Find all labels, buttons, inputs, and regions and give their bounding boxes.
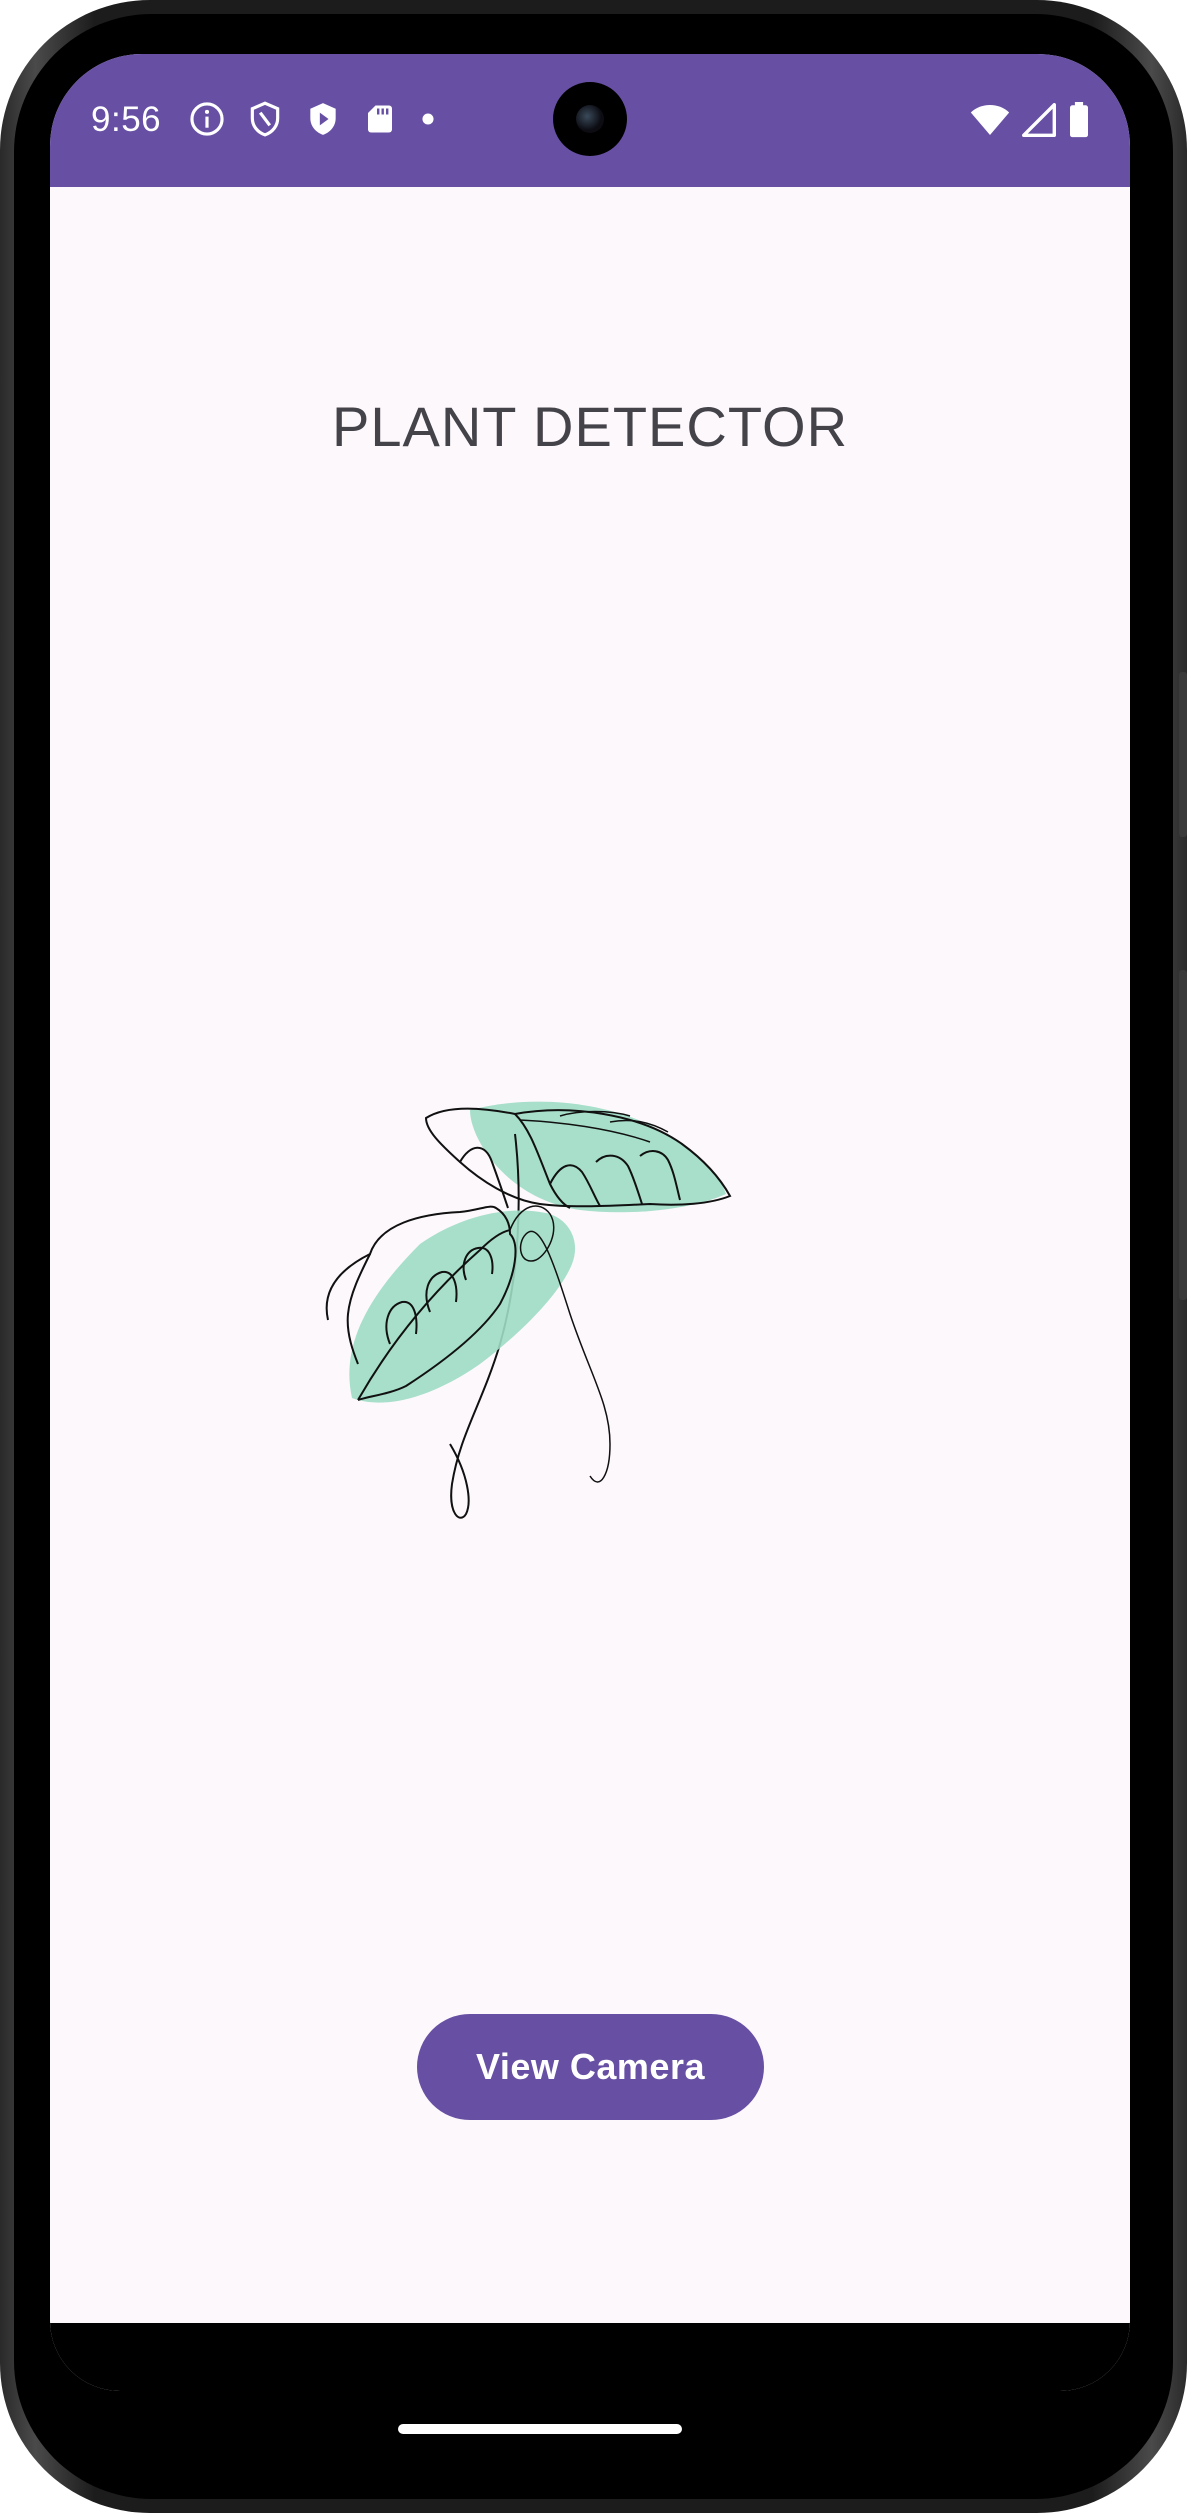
status-icons-left [188,100,438,138]
shield-icon [246,100,284,138]
front-camera [553,82,627,156]
home-indicator[interactable] [398,2424,682,2434]
plant-leaves-illustration [310,1044,870,1604]
battery-icon [1068,102,1090,143]
status-icons-right [970,102,1090,143]
play-protect-icon [304,100,342,138]
wifi-icon [970,103,1010,142]
sd-card-icon [362,100,398,138]
signal-icon [1022,103,1056,142]
screen: 9:56 PLANT DETECTOR View Camera [50,54,1130,2391]
info-icon [188,100,226,138]
status-bar: 9:56 [50,54,1130,187]
view-camera-button[interactable]: View Camera [417,2014,764,2120]
camera-lens [576,105,604,133]
page-title: PLANT DETECTOR [331,395,849,458]
dot-icon [418,100,438,138]
status-time: 9:56 [91,100,162,139]
phone-frame: 9:56 PLANT DETECTOR View Camera [0,0,1187,2513]
volume-button [1179,970,1187,1300]
power-button [1179,672,1187,837]
right-leaf-fill [470,1101,726,1213]
navigation-bar [50,2323,1130,2391]
